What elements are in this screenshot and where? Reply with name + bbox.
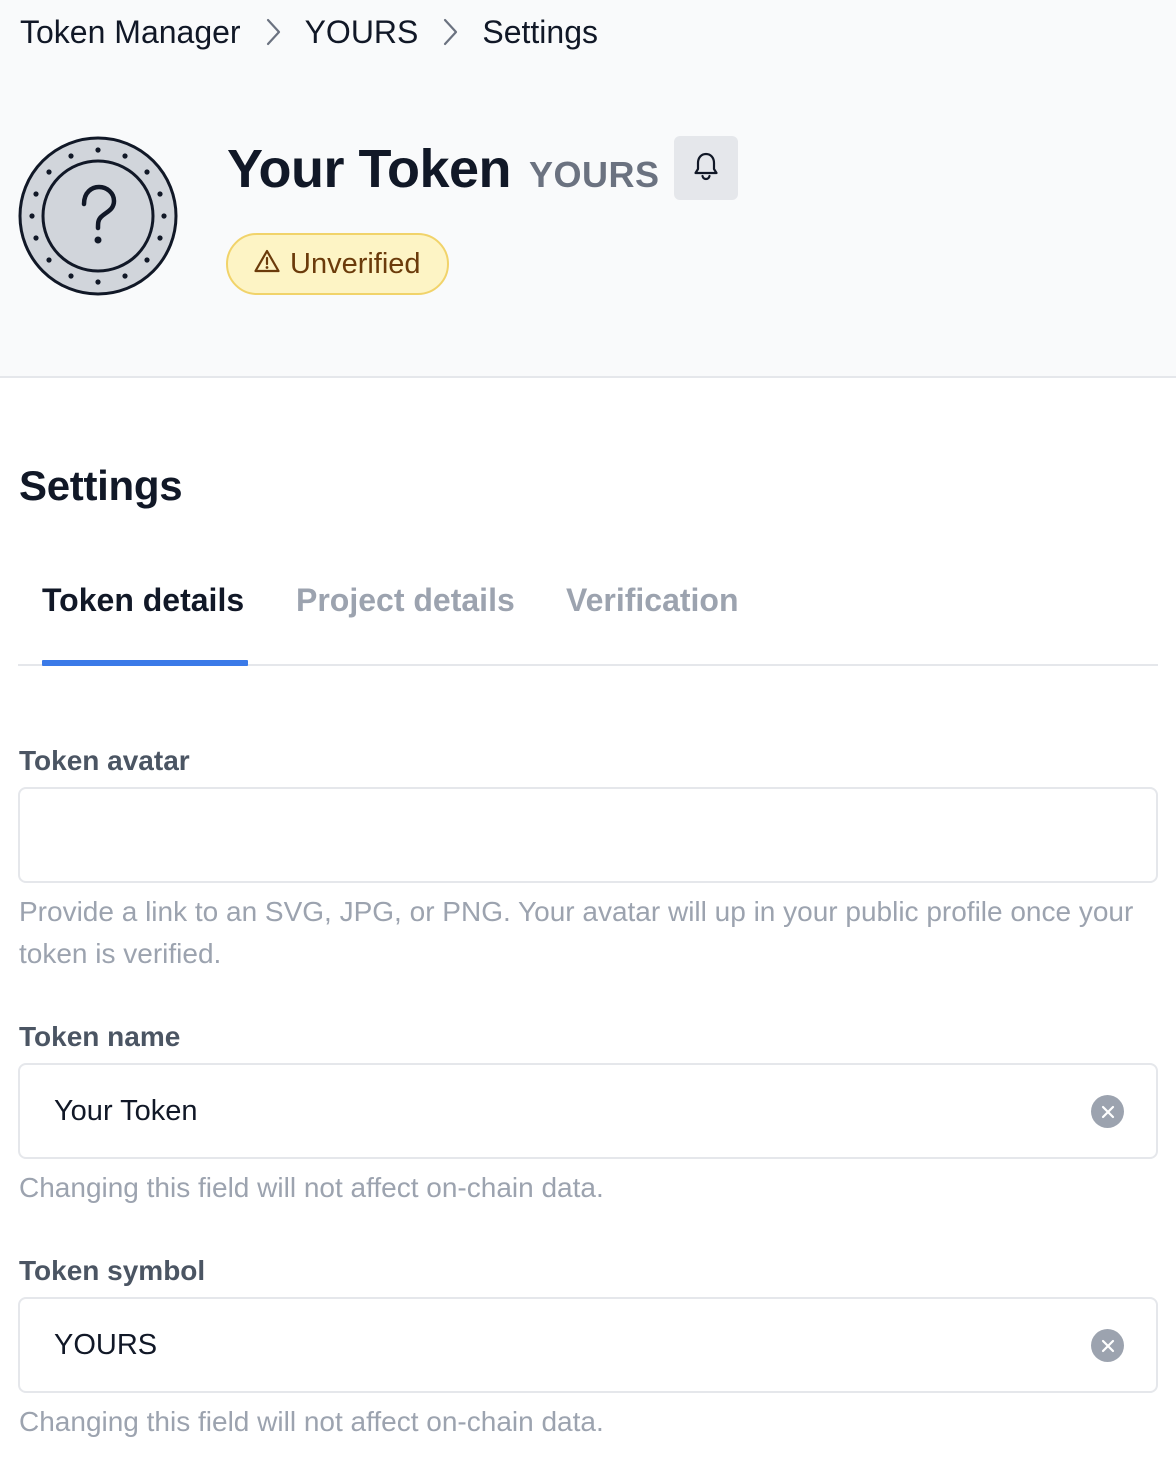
breadcrumb-item-token[interactable]: YOURS [305,14,419,51]
notification-button[interactable] [674,136,738,200]
tab-verification[interactable]: Verification [566,582,739,619]
breadcrumb: Token Manager YOURS Settings [20,12,598,52]
token-symbol-help: Changing this field will not affect on-c… [19,1406,604,1437]
token-symbol-input[interactable]: YOURS [18,1297,1158,1393]
tab-project-details[interactable]: Project details [296,582,515,619]
active-tab-indicator [42,660,248,666]
chevron-right-icon [418,16,482,48]
tab-token-details[interactable]: Token details [42,582,244,619]
token-header: Token Manager YOURS Settings Your Token … [0,0,1176,378]
token-title: Your Token YOURS [227,138,660,200]
settings-tabs: Token details Project details Verificati… [18,560,1158,666]
status-badge: Unverified [226,233,449,295]
token-name-help: Changing this field will not affect on-c… [19,1172,604,1203]
token-avatar-input[interactable] [18,787,1158,883]
token-name-heading: Your Token [227,139,512,199]
page-title: Settings [19,462,183,509]
token-symbol-heading: YOURS [529,154,660,195]
token-avatar-help: Provide a link to an SVG, JPG, or PNG. Y… [19,896,1134,969]
breadcrumb-item-token-manager[interactable]: Token Manager [20,14,241,51]
bell-icon [690,150,722,187]
status-badge-label: Unverified [290,247,421,280]
clear-icon[interactable] [1091,1329,1124,1362]
token-name-label: Token name [19,1021,181,1052]
clear-icon[interactable] [1091,1095,1124,1128]
question-mark-coin-icon [18,136,178,296]
token-avatar-label: Token avatar [19,745,190,776]
token-symbol-value: YOURS [54,1328,158,1361]
chevron-right-icon [241,16,305,48]
token-symbol-label: Token symbol [19,1255,206,1286]
warning-triangle-icon [254,248,280,281]
breadcrumb-item-settings: Settings [482,13,598,50]
token-name-value: Your Token [54,1094,198,1127]
token-name-input[interactable]: Your Token [18,1063,1158,1159]
